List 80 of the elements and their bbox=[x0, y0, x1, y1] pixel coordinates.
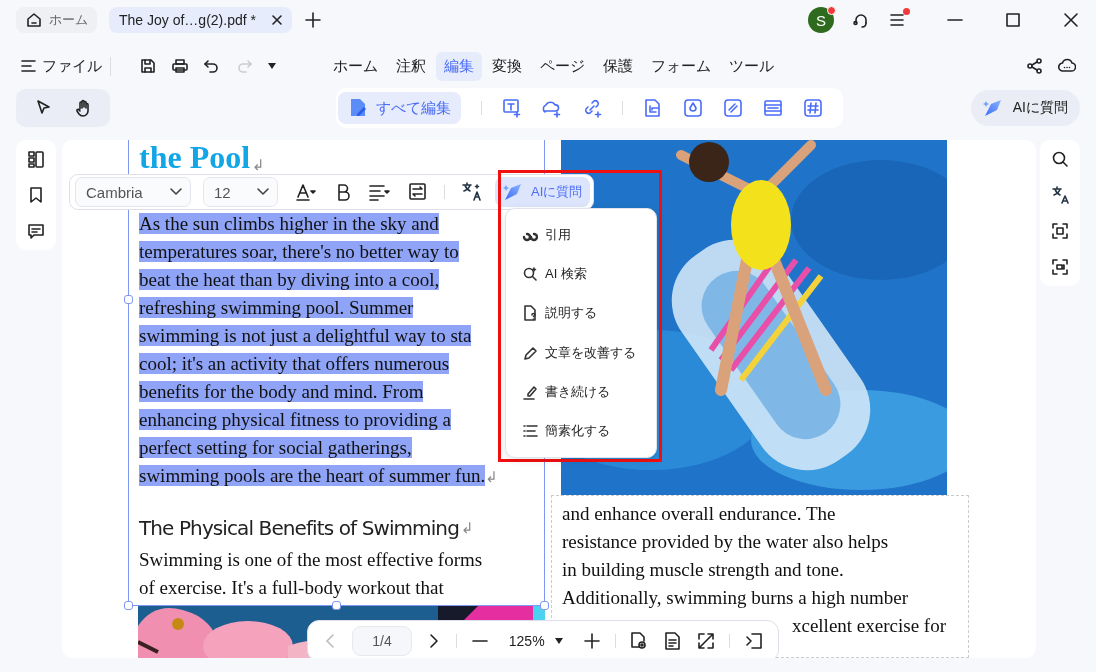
search-icon bbox=[522, 266, 538, 282]
file-menu[interactable]: ファイル bbox=[20, 56, 111, 76]
menu-icon bbox=[20, 57, 36, 75]
document-tab[interactable]: ホーム bbox=[16, 7, 97, 33]
ask-ai-button[interactable]: AIに質問 bbox=[970, 90, 1080, 126]
search-icon[interactable] bbox=[1051, 150, 1069, 168]
menu-tab[interactable]: 変換 bbox=[484, 51, 530, 81]
comment-icon[interactable] bbox=[27, 222, 45, 240]
document-tab[interactable]: The Joy of…g(2).pdf * bbox=[109, 7, 292, 33]
sparkle-icon bbox=[982, 98, 1003, 118]
thumbnails-icon[interactable] bbox=[27, 150, 45, 168]
redo-icon bbox=[235, 57, 253, 75]
ask-ai-button[interactable]: AIに質問 bbox=[495, 177, 591, 207]
share-icon[interactable] bbox=[1026, 57, 1044, 75]
font-dropdown[interactable]: Cambria bbox=[75, 177, 191, 207]
edit-document-icon bbox=[348, 98, 368, 118]
close-icon[interactable] bbox=[269, 13, 284, 27]
body-paragraph: Swimming is one of the most effective forms of exercise. It's a full-body workout that bbox=[139, 548, 484, 600]
collapse-icon[interactable] bbox=[744, 632, 764, 650]
explain-icon bbox=[522, 305, 538, 322]
save-icon[interactable] bbox=[139, 57, 157, 75]
simplify-icon bbox=[522, 423, 538, 440]
menu-tab[interactable]: 保護 bbox=[595, 51, 641, 81]
menu-tab[interactable]: ホーム bbox=[325, 51, 386, 81]
ai-menu-item[interactable]: 簡素化する bbox=[506, 411, 656, 451]
undo-icon[interactable] bbox=[203, 57, 221, 75]
add-image-icon[interactable] bbox=[542, 98, 562, 118]
improve-icon bbox=[522, 344, 538, 361]
page-number-field[interactable]: 1/4 bbox=[352, 626, 413, 656]
paragraph-mark: ↲ bbox=[460, 519, 473, 537]
paragraph-mark: ↲ bbox=[252, 156, 265, 174]
section-heading: The Physical Benefits of Swimming bbox=[139, 516, 459, 540]
background-icon[interactable] bbox=[723, 98, 743, 118]
new-tab-icon[interactable] bbox=[303, 11, 322, 29]
zoom-in-icon[interactable] bbox=[582, 632, 601, 650]
menu-icon bbox=[888, 11, 906, 29]
fullscreen-icon[interactable] bbox=[697, 632, 716, 650]
cloud-icon[interactable] bbox=[1058, 57, 1076, 75]
ocr-icon[interactable] bbox=[1051, 222, 1069, 240]
pointer-icon[interactable] bbox=[34, 99, 52, 117]
crop-page-icon[interactable] bbox=[643, 98, 663, 118]
continue-icon bbox=[522, 383, 538, 400]
watermark-icon[interactable] bbox=[683, 98, 703, 118]
print-icon[interactable] bbox=[171, 57, 189, 75]
account-avatar[interactable]: S bbox=[808, 7, 834, 33]
dropdown-caret-icon[interactable] bbox=[267, 62, 277, 70]
font-size-dropdown[interactable]: 12 bbox=[203, 177, 278, 207]
home-icon bbox=[25, 11, 43, 29]
ai-menu-item[interactable]: AI 検索 bbox=[506, 254, 656, 294]
document-title: the Pool bbox=[139, 140, 251, 174]
font-color-icon[interactable] bbox=[294, 183, 318, 201]
resize-handle[interactable] bbox=[124, 601, 133, 610]
add-link-icon[interactable] bbox=[582, 98, 602, 118]
align-icon[interactable] bbox=[368, 183, 392, 201]
translate-icon[interactable] bbox=[461, 182, 481, 202]
dropdown-caret-icon bbox=[554, 638, 563, 644]
sparkle-icon bbox=[503, 182, 523, 202]
screen-capture-icon[interactable] bbox=[1051, 258, 1069, 276]
ai-menu-item[interactable]: 引用 bbox=[506, 215, 656, 255]
edit-all-button[interactable]: すべて編集 bbox=[338, 92, 461, 124]
bookmark-icon[interactable] bbox=[27, 186, 45, 204]
replace-icon[interactable] bbox=[408, 182, 428, 202]
maximize-icon[interactable] bbox=[1004, 11, 1022, 29]
menu-tab[interactable]: 注釈 bbox=[388, 51, 434, 81]
add-text-icon[interactable] bbox=[502, 98, 522, 118]
ai-menu-item[interactable]: 文章を改善する bbox=[506, 333, 656, 373]
close-icon[interactable] bbox=[1062, 11, 1080, 29]
hand-icon[interactable] bbox=[74, 99, 92, 117]
menu-tab[interactable]: フォーム bbox=[643, 51, 719, 81]
translate-icon[interactable] bbox=[1051, 186, 1069, 204]
menu-tab[interactable]: ツール bbox=[721, 51, 782, 81]
menu-tab[interactable]: 編集 bbox=[436, 51, 482, 81]
resize-handle[interactable] bbox=[124, 295, 133, 304]
menu-tab[interactable]: ページ bbox=[532, 51, 593, 81]
bates-number-icon[interactable] bbox=[803, 98, 823, 118]
paragraph-mark: ↲ bbox=[485, 468, 498, 486]
header-footer-icon[interactable] bbox=[763, 98, 783, 118]
ai-menu-item[interactable]: 書き続ける bbox=[506, 372, 656, 412]
headset-icon[interactable] bbox=[852, 11, 870, 29]
ai-menu-item[interactable]: 説明する bbox=[506, 293, 656, 333]
